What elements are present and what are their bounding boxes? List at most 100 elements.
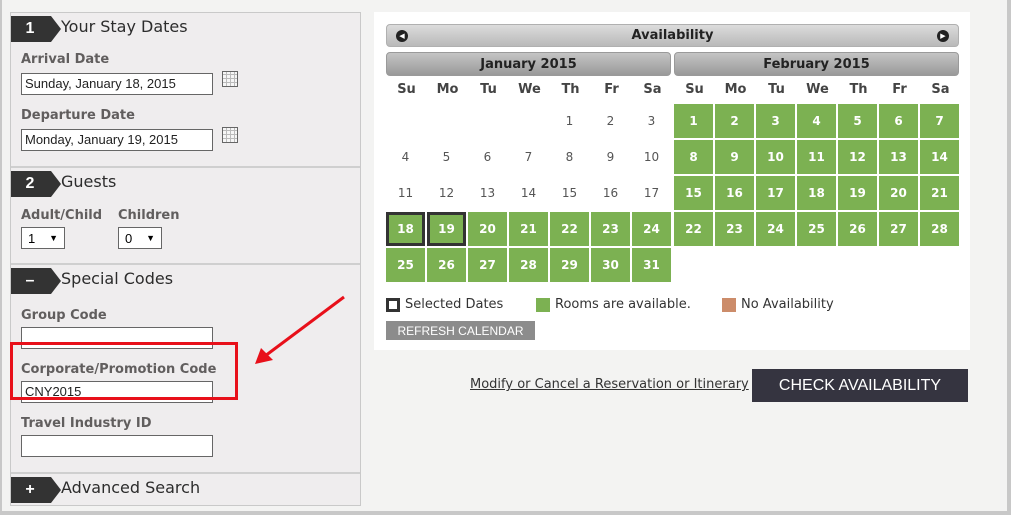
stay-dates-section: 1 Your Stay Dates Arrival Date Sunday, J… bbox=[11, 13, 360, 168]
weekday-label: Su bbox=[685, 82, 704, 97]
guests-header: 2 Guests bbox=[11, 168, 360, 198]
available-day-cell[interactable]: 30 bbox=[591, 248, 630, 282]
availability-calendar: ◀ Availability ▶ January 2015 Su Mo Tu We Th F… bbox=[374, 12, 970, 350]
modify-reservation-link[interactable]: Modify or Cancel a Reservation or Itiner… bbox=[470, 377, 749, 392]
available-day-cell[interactable]: 11 bbox=[797, 140, 836, 174]
available-day-cell[interactable]: 23 bbox=[591, 212, 630, 246]
available-day-cell[interactable]: 21 bbox=[920, 176, 959, 210]
travel-industry-input[interactable] bbox=[21, 435, 213, 457]
prev-month-icon[interactable]: ◀ bbox=[396, 30, 408, 42]
day-grid: 1 2 3 4 5 6 7 8 9 10 11 12 13 14 15 16 17 18 19 20 21 22 23 24 2… bbox=[674, 104, 959, 246]
dropdown-arrow-icon: ▼ bbox=[49, 233, 58, 243]
available-day-cell[interactable]: 31 bbox=[632, 248, 671, 282]
available-day-cell[interactable]: 12 bbox=[838, 140, 877, 174]
adult-child-select[interactable]: 1 ▼ bbox=[21, 227, 65, 249]
weekday-label: Th bbox=[849, 82, 868, 97]
adult-child-value: 1 bbox=[28, 230, 36, 246]
weekday-label: Fr bbox=[604, 82, 619, 97]
available-day-cell[interactable]: 7 bbox=[920, 104, 959, 138]
departure-date-input[interactable]: Monday, January 19, 2015 bbox=[21, 129, 213, 151]
arrival-date-input[interactable]: Sunday, January 18, 2015 bbox=[21, 73, 213, 95]
available-day-cell[interactable]: 16 bbox=[715, 176, 754, 210]
legend-none-label: No Availability bbox=[741, 297, 834, 312]
available-day-cell[interactable]: 27 bbox=[468, 248, 507, 282]
available-day-cell[interactable]: 19 bbox=[838, 176, 877, 210]
available-day-cell[interactable]: 2 bbox=[715, 104, 754, 138]
no-availability-swatch-icon bbox=[722, 297, 736, 312]
available-day-cell[interactable]: 29 bbox=[550, 248, 589, 282]
available-day-cell[interactable]: 10 bbox=[756, 140, 795, 174]
available-day-cell[interactable]: 22 bbox=[674, 212, 713, 246]
selected-day-cell[interactable]: 19 bbox=[427, 212, 466, 246]
available-day-cell[interactable]: 3 bbox=[756, 104, 795, 138]
step-1-badge: 1 bbox=[11, 16, 61, 42]
refresh-calendar-button[interactable]: REFRESH CALENDAR bbox=[386, 321, 535, 340]
children-select[interactable]: 0 ▼ bbox=[118, 227, 162, 249]
advanced-search-header[interactable]: + Advanced Search bbox=[11, 474, 360, 504]
available-day-cell[interactable]: 26 bbox=[838, 212, 877, 246]
weekday-label: We bbox=[806, 82, 829, 97]
available-day-cell[interactable]: 23 bbox=[715, 212, 754, 246]
available-day-cell[interactable]: 20 bbox=[468, 212, 507, 246]
weekday-label: Th bbox=[561, 82, 580, 97]
day-cell: 7 bbox=[524, 150, 533, 164]
collapse-badge[interactable]: – bbox=[11, 268, 61, 294]
available-day-cell[interactable]: 21 bbox=[509, 212, 548, 246]
available-day-cell[interactable]: 18 bbox=[797, 176, 836, 210]
empty-cell bbox=[427, 104, 466, 138]
expand-badge[interactable]: + bbox=[11, 477, 61, 503]
weekday-label: Mo bbox=[724, 82, 747, 97]
day-cell: 15 bbox=[561, 186, 578, 200]
available-day-cell[interactable]: 4 bbox=[797, 104, 836, 138]
day-cell: 4 bbox=[401, 150, 410, 164]
available-day-cell[interactable]: 20 bbox=[879, 176, 918, 210]
day-cell: 14 bbox=[520, 186, 537, 200]
available-day-cell[interactable]: 5 bbox=[838, 104, 877, 138]
arrival-calendar-icon[interactable] bbox=[222, 71, 238, 87]
legend-selected: Selected Dates bbox=[386, 297, 536, 312]
empty-cell bbox=[509, 104, 548, 138]
month-header: January 2015 bbox=[386, 52, 671, 76]
weekday-label: Su bbox=[397, 82, 416, 97]
day-cell: 2 bbox=[606, 114, 615, 128]
available-day-cell[interactable]: 17 bbox=[756, 176, 795, 210]
check-availability-button[interactable]: CHECK AVAILABILITY bbox=[752, 369, 968, 402]
available-day-cell[interactable]: 24 bbox=[756, 212, 795, 246]
available-day-cell[interactable]: 14 bbox=[920, 140, 959, 174]
available-day-cell[interactable]: 9 bbox=[715, 140, 754, 174]
dropdown-arrow-icon: ▼ bbox=[146, 233, 155, 243]
available-day-cell[interactable]: 26 bbox=[427, 248, 466, 282]
departure-date-label: Departure Date bbox=[21, 108, 135, 123]
guests-section: 2 Guests Adult/Child Children 1 ▼ 0 ▼ bbox=[11, 168, 360, 265]
selected-day-cell[interactable]: 18 bbox=[386, 212, 425, 246]
month-header: February 2015 bbox=[674, 52, 959, 76]
empty-cell bbox=[386, 104, 425, 138]
available-day-cell[interactable]: 15 bbox=[674, 176, 713, 210]
available-day-cell[interactable]: 8 bbox=[674, 140, 713, 174]
available-day-cell[interactable]: 6 bbox=[879, 104, 918, 138]
special-codes-header[interactable]: – Special Codes bbox=[11, 265, 360, 295]
day-cell: 1 bbox=[565, 114, 574, 128]
availability-header: ◀ Availability ▶ bbox=[386, 24, 959, 47]
departure-calendar-icon[interactable] bbox=[222, 127, 238, 143]
advanced-search-section[interactable]: + Advanced Search bbox=[11, 474, 360, 505]
day-cell: 3 bbox=[647, 114, 656, 128]
selected-swatch-icon bbox=[386, 297, 400, 312]
available-day-cell[interactable]: 24 bbox=[632, 212, 671, 246]
available-day-cell[interactable]: 28 bbox=[509, 248, 548, 282]
weekday-label: Tu bbox=[480, 82, 497, 97]
available-day-cell[interactable]: 22 bbox=[550, 212, 589, 246]
available-day-cell[interactable]: 28 bbox=[920, 212, 959, 246]
day-cell: 12 bbox=[438, 186, 455, 200]
available-day-cell[interactable]: 25 bbox=[386, 248, 425, 282]
day-cell: 17 bbox=[643, 186, 660, 200]
next-month-icon[interactable]: ▶ bbox=[937, 30, 949, 42]
available-day-cell[interactable]: 1 bbox=[674, 104, 713, 138]
available-day-cell[interactable]: 13 bbox=[879, 140, 918, 174]
weekday-label: We bbox=[518, 82, 541, 97]
available-day-cell[interactable]: 25 bbox=[797, 212, 836, 246]
annotation-highlight-box bbox=[10, 342, 238, 400]
guests-title: Guests bbox=[61, 172, 117, 191]
weekday-row: Su Mo Tu We Th Fr Sa bbox=[386, 82, 673, 97]
available-day-cell[interactable]: 27 bbox=[879, 212, 918, 246]
